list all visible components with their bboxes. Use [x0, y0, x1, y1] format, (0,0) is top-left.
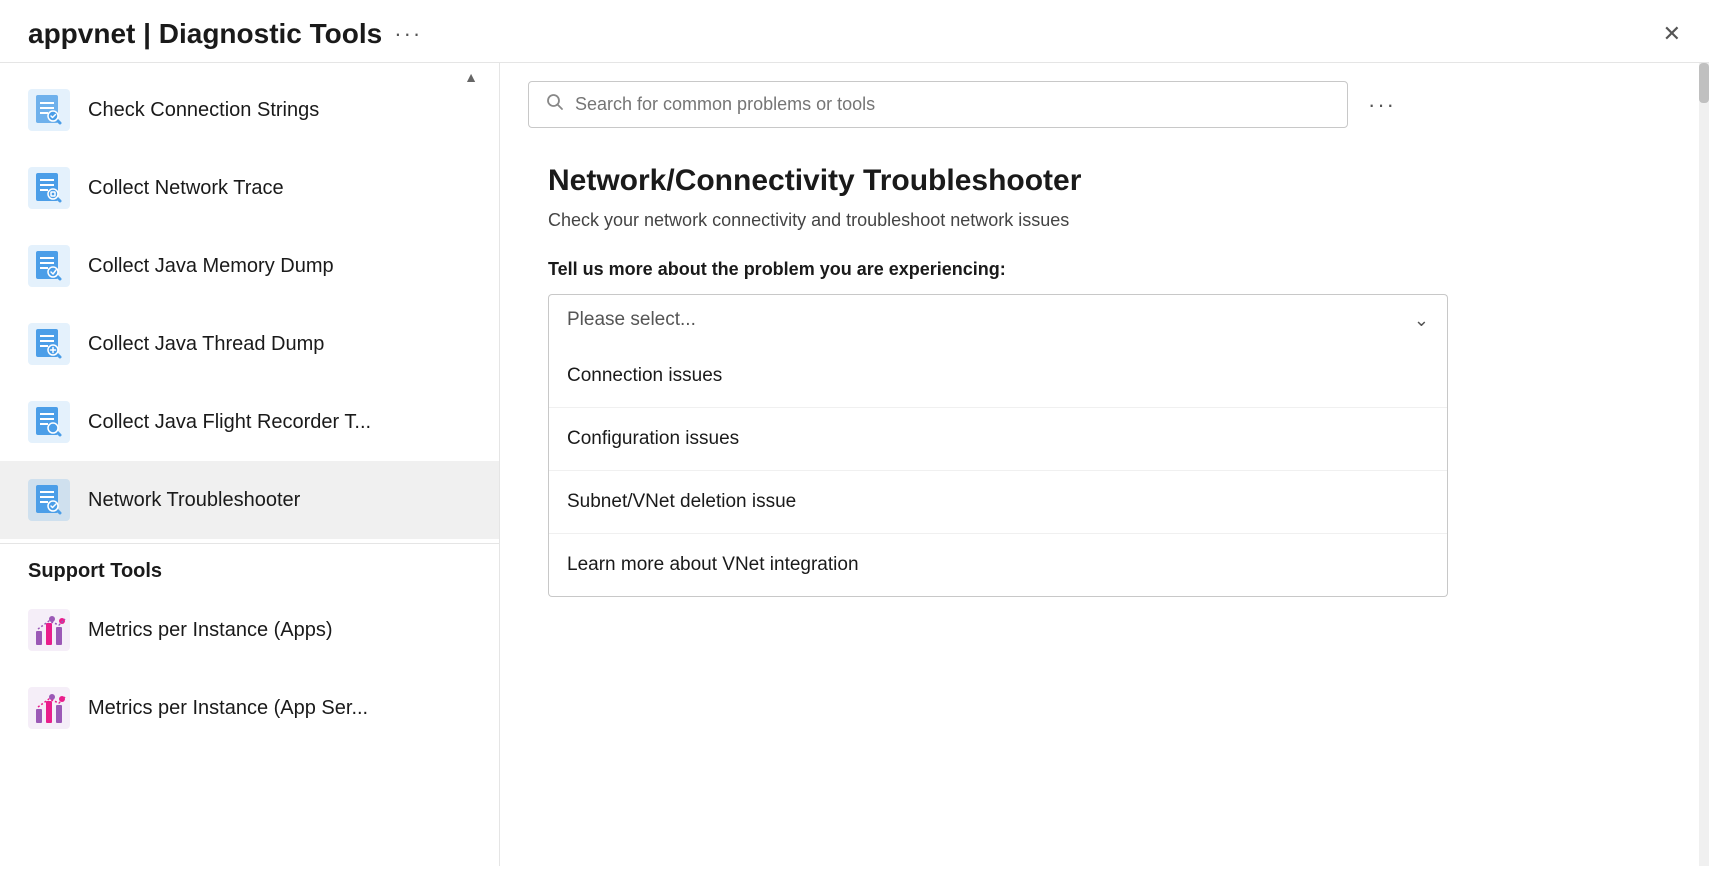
search-bar-row: ··· [500, 63, 1709, 128]
sidebar-item-collect-java-flight-recorder[interactable]: Collect Java Flight Recorder T... [0, 383, 499, 461]
content-description: Check your network connectivity and trou… [548, 210, 1661, 231]
sidebar-item-metrics-per-instance-apps[interactable]: Metrics per Instance (Apps) [0, 591, 499, 669]
sidebar-item-label: Collect Network Trace [88, 177, 284, 200]
problem-dropdown-selected[interactable]: Please select... ⌄ [548, 294, 1448, 345]
scroll-up-button[interactable]: ▲ [459, 67, 483, 87]
page-title: appvnet | Diagnostic Tools [28, 18, 382, 50]
sidebar-item-check-connection-strings[interactable]: Check Connection Strings [0, 71, 499, 149]
dropdown-placeholder: Please select... [567, 309, 696, 331]
search-ellipsis-button[interactable]: ··· [1368, 92, 1396, 118]
sidebar: ▲ Check Connect [0, 63, 500, 866]
dropdown-option-subnet-vnet-deletion[interactable]: Subnet/VNet deletion issue [549, 471, 1447, 534]
sidebar-item-metrics-per-instance-app-ser[interactable]: Metrics per Instance (App Ser... [0, 669, 499, 747]
tool-icon [28, 479, 70, 521]
close-button[interactable]: ✕ [1663, 23, 1681, 45]
scrollbar-thumb [1699, 63, 1709, 103]
sidebar-item-collect-java-thread-dump[interactable]: Collect Java Thread Dump [0, 305, 499, 383]
sidebar-item-label: Collect Java Thread Dump [88, 333, 324, 356]
dropdown-option-learn-more-vnet[interactable]: Learn more about VNet integration [549, 534, 1447, 596]
dropdown-option-configuration-issues[interactable]: Configuration issues [549, 408, 1447, 471]
content-area: Network/Connectivity Troubleshooter Chec… [500, 128, 1709, 866]
problem-dropdown-wrap: Please select... ⌄ Connection issues Con… [548, 294, 1448, 597]
sidebar-item-label: Metrics per Instance (Apps) [88, 619, 333, 642]
support-tools-section-title: Support Tools [0, 543, 499, 591]
sidebar-item-label: Collect Java Flight Recorder T... [88, 411, 371, 434]
sidebar-item-collect-network-trace[interactable]: Collect Network Trace [0, 149, 499, 227]
sidebar-item-label: Metrics per Instance (App Ser... [88, 697, 368, 720]
problem-dropdown-options: Connection issues Configuration issues S… [548, 345, 1448, 597]
tool-icon [28, 89, 70, 131]
dropdown-option-connection-issues[interactable]: Connection issues [549, 345, 1447, 408]
right-scrollbar[interactable] [1699, 63, 1709, 866]
chart-icon [28, 609, 70, 651]
sidebar-item-label: Network Troubleshooter [88, 489, 300, 512]
content-title: Network/Connectivity Troubleshooter [548, 164, 1661, 198]
search-icon [545, 92, 565, 117]
sidebar-scroll[interactable]: Check Connection Strings Collect [0, 63, 499, 866]
sidebar-item-label: Collect Java Memory Dump [88, 255, 334, 278]
search-input-wrap[interactable] [528, 81, 1348, 128]
title-bar: appvnet | Diagnostic Tools ··· ✕ [0, 0, 1709, 63]
right-panel: ··· Network/Connectivity Troubleshooter … [500, 63, 1709, 866]
problem-label: Tell us more about the problem you are e… [548, 259, 1661, 280]
tool-icon [28, 245, 70, 287]
main-layout: ▲ Check Connect [0, 63, 1709, 866]
title-ellipsis-button[interactable]: ··· [394, 21, 422, 47]
sidebar-item-network-troubleshooter[interactable]: Network Troubleshooter [0, 461, 499, 539]
tool-icon [28, 167, 70, 209]
sidebar-item-label: Check Connection Strings [88, 99, 319, 122]
tool-icon [28, 401, 70, 443]
tool-icon [28, 323, 70, 365]
search-input[interactable] [575, 94, 1331, 115]
sidebar-item-collect-java-memory-dump[interactable]: Collect Java Memory Dump [0, 227, 499, 305]
chevron-down-icon: ⌄ [1414, 310, 1429, 331]
title-left: appvnet | Diagnostic Tools ··· [28, 18, 422, 50]
chart-icon [28, 687, 70, 729]
